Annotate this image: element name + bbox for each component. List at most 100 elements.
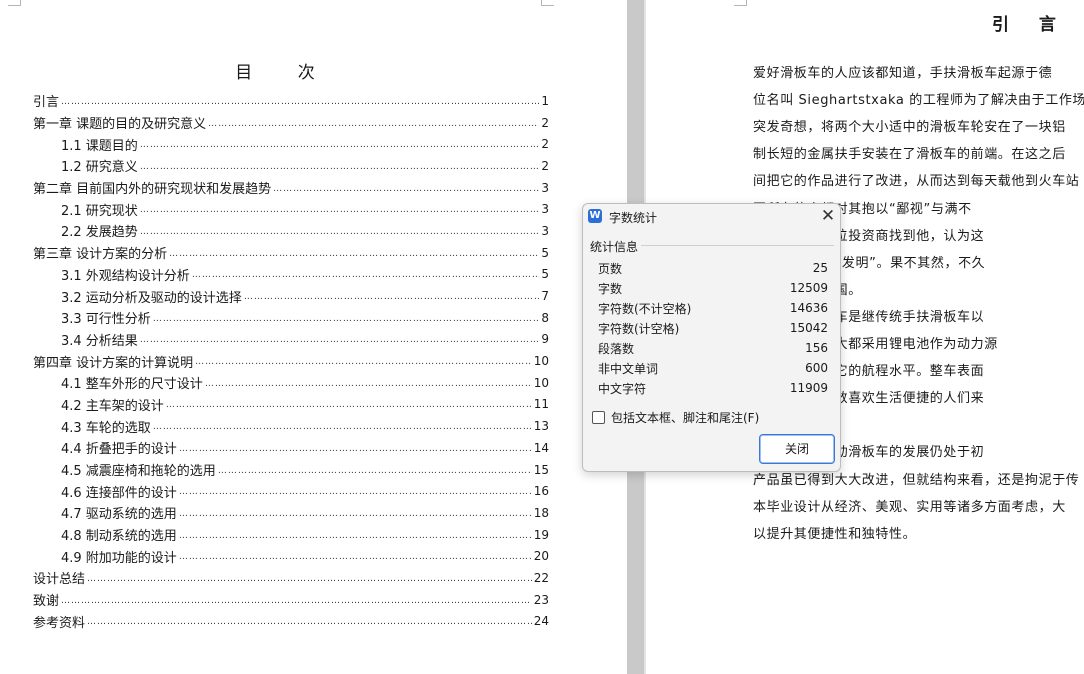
toc-leader-dots: …………………………………………………………………………………………………………… [61, 595, 532, 606]
toc-leader-dots: …………………………………………………………………………………………………………… [178, 443, 532, 454]
toc-entry[interactable]: 4.3 车轮的选取…………………………………………………………………………………… [33, 415, 549, 437]
toc-entry[interactable]: 4.9 附加功能的设计……………………………………………………………………………… [33, 545, 549, 567]
close-button[interactable]: 关闭 [759, 434, 835, 464]
toc-page-number: 2 [541, 137, 549, 152]
stat-row: 中文字符 11909 [598, 378, 828, 398]
toc-entry-text: 2.1 研究现状 [61, 203, 138, 219]
toc-title: 目 次 [235, 63, 335, 83]
toc-entry-text: 2.2 发展趋势 [61, 225, 138, 241]
toc-entry-text: 参考资料 [33, 615, 86, 631]
toc-leader-dots: …………………………………………………………………………………………………………… [204, 378, 532, 389]
toc-page-number: 7 [541, 289, 549, 304]
stat-value: 600 [805, 361, 828, 375]
toc-entry[interactable]: 4.5 减震座椅和拖轮的选用……………………………………………………………………… [33, 459, 549, 481]
body-text-line: 制长短的金属扶手安装在了滑板车的前端。在这之后 [753, 147, 1066, 163]
toc-entry-text: 4.5 减震座椅和拖轮的选用 [61, 464, 216, 480]
toc-leader-dots: …………………………………………………………………………………………………………… [152, 313, 540, 324]
toc-leader-dots: …………………………………………………………………………………………………………… [191, 270, 540, 281]
toc-entry[interactable]: 4.2 主车架的设计………………………………………………………………………………… [33, 394, 549, 416]
section-divider [641, 245, 834, 246]
toc-entry-text: 设计总结 [33, 572, 86, 588]
stat-label: 页数 [598, 261, 623, 276]
toc-entry[interactable]: 1.1 课题目的……………………………………………………………………………………… [33, 133, 549, 155]
close-icon[interactable]: ✕ [819, 206, 837, 226]
stat-label: 中文字符 [598, 381, 647, 396]
toc-page-number: 22 [533, 570, 549, 585]
stats-list: 页数 25 字数 12509 字符数(不计空格) 14636 字符数(计空格) 15042 段落… [598, 258, 828, 398]
toc-leader-dots: …………………………………………………………………………………………………………… [139, 226, 540, 237]
toc-entry[interactable]: 1.2 研究意义……………………………………………………………………………………… [33, 155, 549, 177]
toc-leader-dots: …………………………………………………………………………………………………………… [243, 292, 540, 303]
toc-page-number: 2 [541, 115, 549, 130]
toc-entry[interactable]: 3.4 分析结果……………………………………………………………………………………… [33, 329, 549, 351]
toc-entry-text: 致谢 [33, 594, 60, 610]
stat-value: 12509 [789, 281, 828, 295]
toc-page-number: 9 [541, 332, 549, 347]
toc-entry[interactable]: 致谢……………………………………………………………………………………………………… [33, 589, 549, 611]
toc-entry[interactable]: 第三章 设计方案的分析……………………………………………………………………………… [33, 242, 549, 264]
toc-entry[interactable]: 4.8 制动系统的选用……………………………………………………………………………… [33, 524, 549, 546]
toc-page-number: 13 [533, 419, 549, 434]
stat-row: 段落数 156 [598, 338, 828, 358]
toc-leader-dots: …………………………………………………………………………………………………………… [195, 357, 532, 368]
toc-entry[interactable]: 第一章 课题的目的及研究意义……………………………………………………………………… [33, 112, 549, 134]
stat-value: 11909 [789, 381, 828, 395]
stat-row: 非中文单词 600 [598, 358, 828, 378]
toc-leader-dots: …………………………………………………………………………………………………………… [165, 400, 532, 411]
toc-leader-dots: …………………………………………………………………………………………………………… [139, 335, 540, 346]
toc-entry[interactable]: 3.1 外观结构设计分析…………………………………………………………………………… [33, 264, 549, 286]
stat-value: 25 [812, 261, 828, 275]
stat-label: 字数 [598, 281, 623, 296]
toc-entry-text: 3.4 分析结果 [61, 333, 138, 349]
toc-entry[interactable]: 3.3 可行性分析…………………………………………………………………………………… [33, 307, 549, 329]
include-textbox-footnotes-checkbox[interactable]: 包括文本框、脚注和尾注(F) [592, 409, 759, 426]
toc-page-number: 20 [533, 549, 549, 564]
page-corner-mark [734, 0, 747, 6]
stat-value: 14636 [789, 301, 828, 315]
toc-entry[interactable]: 4.4 折叠把手的设计……………………………………………………………………………… [33, 437, 549, 459]
toc-entry[interactable]: 3.2 运动分析及驱动的设计选择………………………………………………………………… [33, 285, 549, 307]
toc-leader-dots: …………………………………………………………………………………………………………… [178, 508, 532, 519]
toc-entry[interactable]: 2.2 发展趋势……………………………………………………………………………………… [33, 220, 549, 242]
toc-entry[interactable]: 4.7 驱动系统的选用……………………………………………………………………………… [33, 502, 549, 524]
toc-entry[interactable]: 设计总结………………………………………………………………………………………………… [33, 567, 549, 589]
toc-entry-text: 4.6 连接部件的设计 [61, 485, 177, 501]
toc-entry[interactable]: 2.1 研究现状……………………………………………………………………………………… [33, 198, 549, 220]
toc-page-number: 3 [541, 180, 549, 195]
toc-page-number: 8 [541, 310, 549, 325]
toc-entry-text: 引言 [33, 95, 60, 111]
stat-label: 非中文单词 [598, 361, 659, 376]
toc-entry-text: 4.4 折叠把手的设计 [61, 442, 177, 458]
toc-page-number: 16 [533, 484, 549, 499]
toc-entry[interactable]: 第四章 设计方案的计算说明………………………………………………………………………… [33, 350, 549, 372]
toc-leader-dots: …………………………………………………………………………………………………………… [152, 422, 532, 433]
stat-row: 字符数(不计空格) 14636 [598, 298, 828, 318]
toc-entry-text: 3.1 外观结构设计分析 [61, 268, 190, 284]
dialog-title: 字数统计 [609, 211, 658, 225]
toc-entry[interactable]: 引言……………………………………………………………………………………………………… [33, 90, 549, 112]
toc-page-number: 3 [541, 202, 549, 217]
toc-entry-text: 4.9 附加功能的设计 [61, 550, 177, 566]
toc-page-number: 5 [541, 267, 549, 282]
document-page-left: 目 次 引言…………………………………………………………………………………………… [0, 0, 627, 674]
toc-leader-dots: …………………………………………………………………………………………………………… [178, 487, 532, 498]
toc-entry[interactable]: 4.6 连接部件的设计……………………………………………………………………………… [33, 480, 549, 502]
page-corner-mark [8, 0, 21, 6]
toc-page-number: 15 [533, 462, 549, 477]
toc-leader-dots: …………………………………………………………………………………………………………… [178, 552, 532, 563]
toc-leader-dots: …………………………………………………………………………………………………………… [273, 183, 540, 194]
toc-leader-dots: …………………………………………………………………………………………………………… [178, 530, 532, 541]
toc-entry-text: 4.7 驱动系统的选用 [61, 507, 177, 523]
toc-entry[interactable]: 第二章 目前国内外的研究现状和发展趋势………………………………………………………… [33, 177, 549, 199]
toc-page-number: 2 [541, 158, 549, 173]
toc-page-number: 5 [541, 245, 549, 260]
toc-entry-text: 3.3 可行性分析 [61, 312, 151, 328]
toc-entry[interactable]: 参考资料………………………………………………………………………………………………… [33, 611, 549, 633]
toc-page-number: 11 [533, 397, 549, 412]
toc-leader-dots: …………………………………………………………………………………………………………… [139, 205, 540, 216]
toc-leader-dots: …………………………………………………………………………………………………………… [139, 161, 540, 172]
checkbox-box[interactable] [592, 411, 605, 424]
toc-entry-text: 1.2 研究意义 [61, 160, 138, 176]
toc-entry[interactable]: 4.1 整车外形的尺寸设计………………………………………………………………………… [33, 372, 549, 394]
toc-entry-text: 4.2 主车架的设计 [61, 398, 164, 414]
